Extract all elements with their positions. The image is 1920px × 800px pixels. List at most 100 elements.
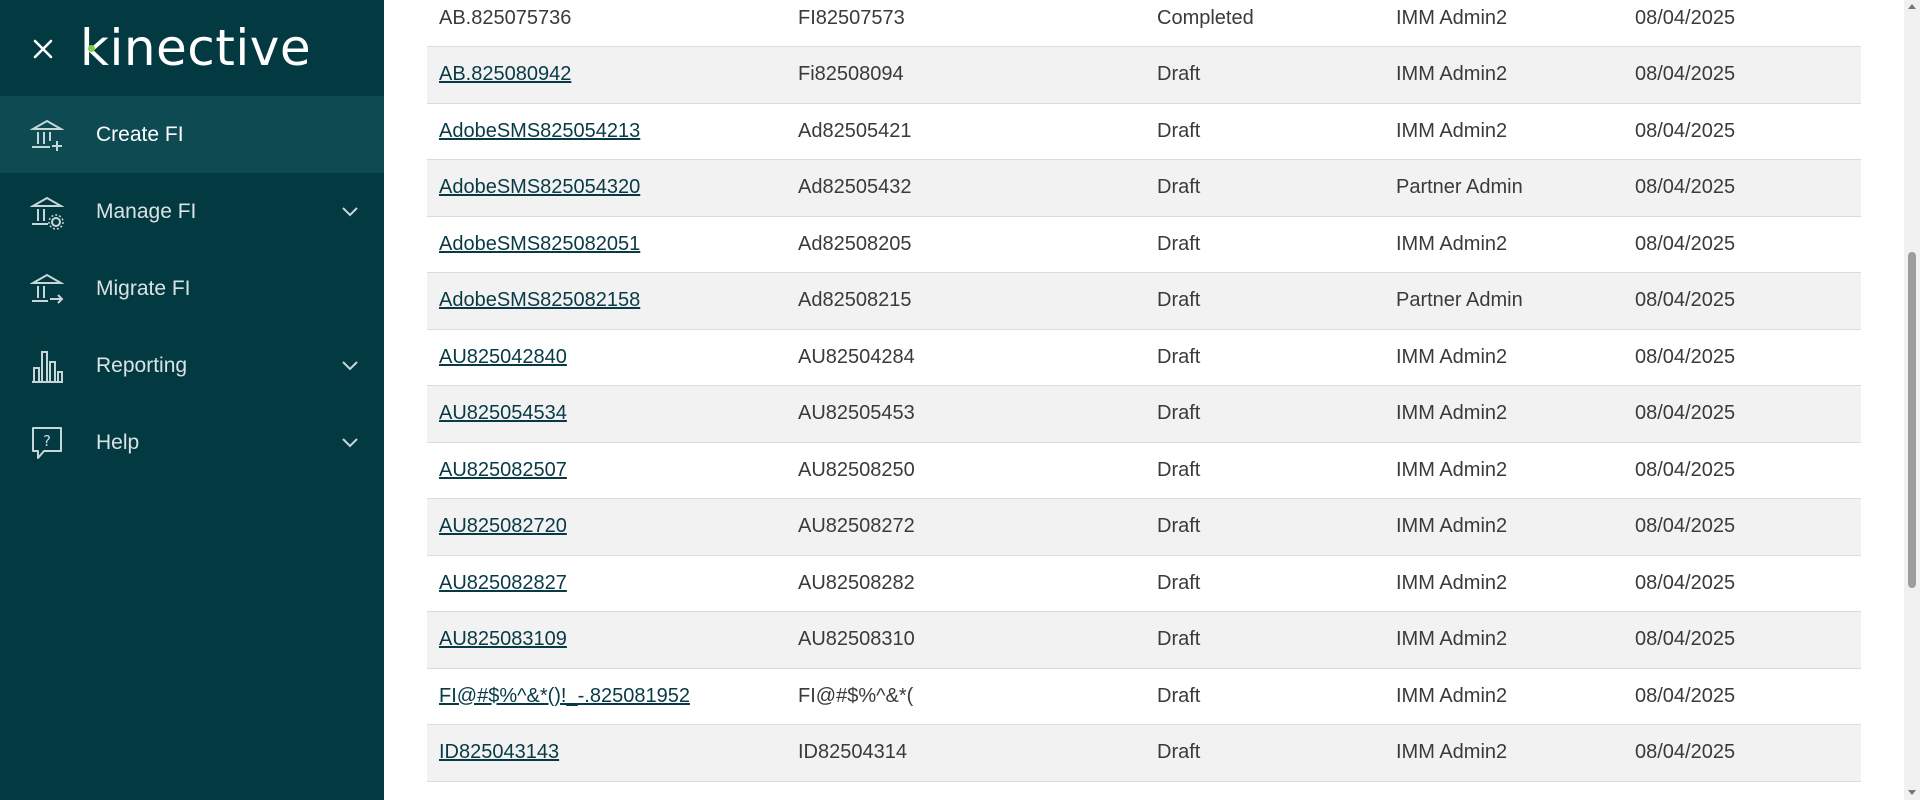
fi-name-link[interactable]: AU825082720 bbox=[439, 515, 567, 537]
fi-code-cell: Fi82508094 bbox=[786, 47, 1145, 104]
fi-name-link[interactable]: AU825082507 bbox=[439, 459, 567, 481]
sidebar-item-manage-fi[interactable]: Manage FI bbox=[0, 173, 384, 250]
fi-name-cell: AB.825075736 bbox=[427, 0, 786, 47]
user-cell: IMM Admin2 bbox=[1384, 555, 1623, 612]
user-cell-text: Partner Admin bbox=[1396, 176, 1523, 199]
scroll-thumb[interactable] bbox=[1908, 252, 1916, 588]
scroll-down-icon[interactable] bbox=[1908, 790, 1916, 795]
date-cell-text: 08/04/2025 bbox=[1635, 684, 1736, 707]
fi-name-link[interactable]: AU825082827 bbox=[439, 572, 567, 594]
status-cell: Draft bbox=[1145, 612, 1384, 669]
fi-name-link[interactable]: ID825043143 bbox=[439, 741, 559, 763]
user-cell-text: Partner Admin bbox=[1396, 289, 1523, 312]
close-icon[interactable] bbox=[28, 34, 58, 64]
table-row: AU825042840 AU82504284 Draft IMM Admin2 08/0… bbox=[427, 329, 1861, 386]
fi-name-cell: AU825054534 bbox=[427, 386, 786, 443]
status-cell-text: Draft bbox=[1157, 458, 1201, 481]
table-row: AdobeSMS825054320 Ad82505432 Draft Partner … bbox=[427, 159, 1861, 217]
bank-migrate-icon bbox=[30, 273, 64, 304]
fi-name-cell: ID825043143 bbox=[427, 725, 786, 782]
date-cell-text: 08/04/2025 bbox=[1635, 6, 1736, 29]
fi-code-cell-text: Ad82505432 bbox=[798, 176, 912, 199]
fi-name-cell: AdobeSMS825082051 bbox=[427, 216, 786, 273]
fi-code-cell: FI@#$%^&*( bbox=[786, 668, 1145, 725]
table-row: AU825082507 AU82508250 Draft IMM Admin2 08/0… bbox=[427, 442, 1861, 499]
user-cell: IMM Admin2 bbox=[1384, 103, 1623, 160]
user-cell-text: IMM Admin2 bbox=[1396, 402, 1508, 425]
date-cell: 08/04/2025 bbox=[1623, 612, 1861, 669]
status-cell: Draft bbox=[1145, 160, 1384, 217]
fi-code-cell: ID82505464 bbox=[786, 781, 1145, 800]
user-cell: IMM Admin2 bbox=[1384, 329, 1623, 386]
user-cell: IMM Admin2 bbox=[1384, 47, 1623, 104]
sidebar-item-label: Manage FI bbox=[96, 199, 197, 223]
chevron-down-icon[interactable] bbox=[340, 437, 360, 449]
fi-name-link[interactable]: AU825054534 bbox=[439, 402, 567, 424]
fi-code-cell: AU82508250 bbox=[786, 442, 1145, 499]
date-cell-text: 08/04/2025 bbox=[1635, 119, 1736, 142]
date-cell: 08/04/2025 bbox=[1623, 555, 1861, 612]
sidebar-item-label: Migrate FI bbox=[96, 276, 191, 300]
status-cell: Draft bbox=[1145, 442, 1384, 499]
status-cell-text: Draft bbox=[1157, 571, 1201, 594]
date-cell-text: 08/04/2025 bbox=[1635, 232, 1736, 255]
user-cell: IMM Admin2 bbox=[1384, 781, 1623, 800]
user-cell: IMM Admin2 bbox=[1384, 0, 1623, 47]
status-cell: Draft bbox=[1145, 273, 1384, 330]
sidebar-item-help[interactable]: ? Help bbox=[0, 404, 384, 481]
table-row: AU825083109 AU82508310 Draft IMM Admin2 08/0… bbox=[427, 611, 1861, 669]
scroll-up-icon[interactable] bbox=[1908, 4, 1916, 9]
fi-name-link[interactable]: AdobeSMS825054320 bbox=[439, 176, 640, 198]
user-cell-text: IMM Admin2 bbox=[1396, 628, 1508, 651]
fi-name-link[interactable]: AdobeSMS825082051 bbox=[439, 233, 640, 255]
fi-name-link[interactable]: AU825042840 bbox=[439, 346, 567, 368]
date-cell: 08/04/2025 bbox=[1623, 386, 1861, 443]
fi-name-link[interactable]: AdobeSMS825054213 bbox=[439, 120, 640, 142]
user-cell: IMM Admin2 bbox=[1384, 442, 1623, 499]
date-cell: 08/04/2025 bbox=[1623, 273, 1861, 330]
fi-name-cell: FI@#$%^&*()!_-.825081952 bbox=[427, 668, 786, 725]
sidebar-item-migrate-fi[interactable]: Migrate FI bbox=[0, 250, 384, 327]
table-row: AB.825075736 FI82507573 Completed IMM Admin… bbox=[427, 0, 1861, 47]
fi-code-cell: ID82504314 bbox=[786, 725, 1145, 782]
fi-name-cell: ID825054640 bbox=[427, 781, 786, 800]
status-cell: Completed bbox=[1145, 0, 1384, 47]
main-content: AB.825075736 FI82507573 Completed IMM Admin… bbox=[384, 0, 1904, 800]
status-cell-text: Draft bbox=[1157, 176, 1201, 199]
fi-code-cell-text: ID82504314 bbox=[798, 741, 907, 764]
fi-table-body: AB.825075736 FI82507573 Completed IMM Admin… bbox=[427, 0, 1861, 800]
date-cell: 08/04/2025 bbox=[1623, 668, 1861, 725]
fi-name-link[interactable]: FI@#$%^&*()!_-.825081952 bbox=[439, 685, 690, 707]
date-cell: 08/04/2025 bbox=[1623, 103, 1861, 160]
chevron-down-icon[interactable] bbox=[340, 360, 360, 372]
fi-name-link[interactable]: AB.825080942 bbox=[439, 63, 571, 85]
fi-code-cell-text: FI82507573 bbox=[798, 6, 905, 29]
status-cell-text: Draft bbox=[1157, 119, 1201, 142]
fi-table-grid: AB.825075736 FI82507573 Completed IMM Admin… bbox=[427, 0, 1861, 800]
fi-code-cell-text: FI@#$%^&*( bbox=[798, 684, 914, 707]
logo-text: kinective bbox=[80, 19, 312, 77]
bar-chart-icon bbox=[32, 350, 63, 383]
sidebar-item-reporting[interactable]: Reporting bbox=[0, 327, 384, 404]
svg-text:?: ? bbox=[43, 432, 51, 450]
vertical-scrollbar[interactable] bbox=[1904, 0, 1920, 800]
chevron-down-icon[interactable] bbox=[340, 206, 360, 218]
fi-name-link[interactable]: AU825083109 bbox=[439, 628, 567, 650]
user-cell-text: IMM Admin2 bbox=[1396, 458, 1508, 481]
status-cell: Draft bbox=[1145, 781, 1384, 800]
status-cell: Draft bbox=[1145, 329, 1384, 386]
user-cell-text: IMM Admin2 bbox=[1396, 571, 1508, 594]
date-cell-text: 08/04/2025 bbox=[1635, 458, 1736, 481]
fi-code-cell: Ad82505432 bbox=[786, 160, 1145, 217]
date-cell-text: 08/04/2025 bbox=[1635, 176, 1736, 199]
fi-name-link[interactable]: AdobeSMS825082158 bbox=[439, 289, 640, 311]
fi-code-cell-text: AU82505453 bbox=[798, 402, 915, 425]
fi-code-cell: Ad82508205 bbox=[786, 216, 1145, 273]
sidebar-item-create-fi[interactable]: Create FI bbox=[0, 96, 384, 173]
user-cell: IMM Admin2 bbox=[1384, 216, 1623, 273]
status-cell: Draft bbox=[1145, 386, 1384, 443]
fi-code-cell: Ad82505421 bbox=[786, 103, 1145, 160]
sidebar-item-label: Create FI bbox=[96, 122, 184, 146]
status-cell: Draft bbox=[1145, 555, 1384, 612]
sidebar-item-label: Reporting bbox=[96, 353, 188, 377]
